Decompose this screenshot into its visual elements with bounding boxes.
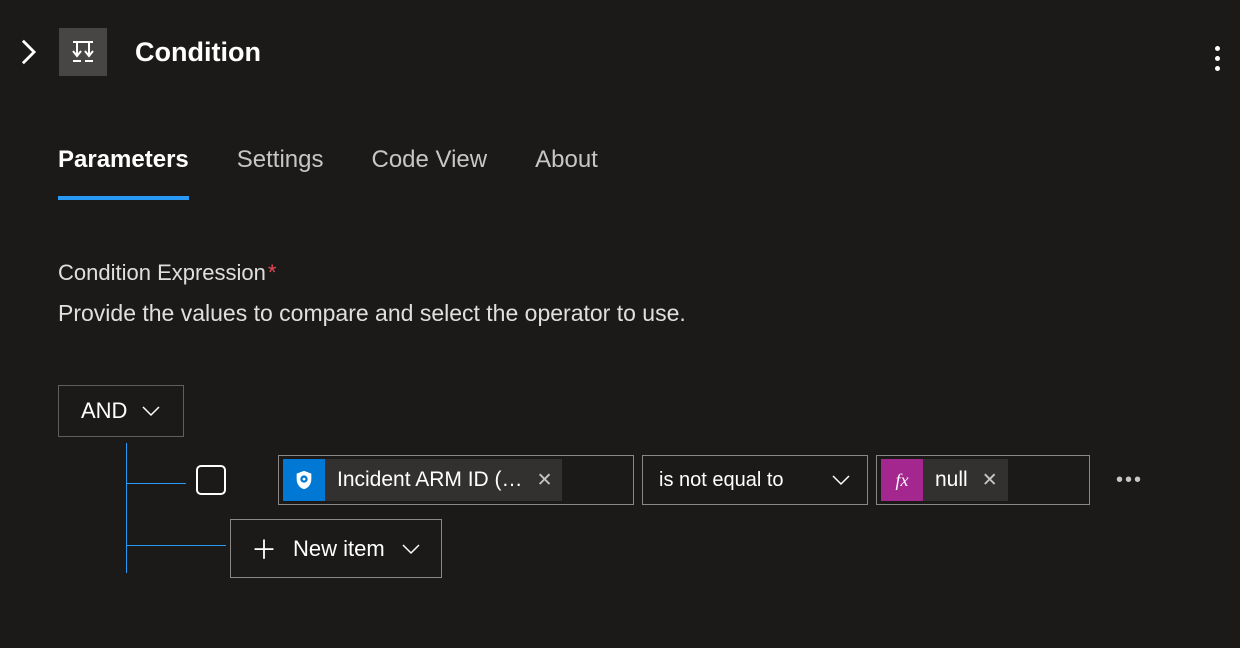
remove-left-token-icon[interactable]: ✕: [537, 469, 553, 492]
new-item-label: New item: [293, 536, 385, 562]
panel-title: Condition: [135, 37, 261, 68]
group-operator-dropdown[interactable]: AND: [58, 385, 184, 437]
tab-codeview[interactable]: Code View: [371, 146, 487, 200]
tab-about[interactable]: About: [535, 146, 598, 200]
chevron-down-icon: [401, 543, 421, 555]
field-label: Condition Expression*: [58, 260, 1240, 286]
chevron-down-icon: [831, 474, 851, 486]
more-menu-icon[interactable]: [1209, 40, 1226, 77]
sentinel-shield-icon: [283, 459, 325, 501]
condition-action-icon: [59, 28, 107, 76]
tab-settings[interactable]: Settings: [237, 146, 324, 200]
condition-row: Incident ARM ID (… ✕ is not equal to fx …: [196, 455, 1240, 505]
new-item-row: ＋ New item: [230, 519, 1240, 578]
tabs-bar: Parameters Settings Code View About: [0, 96, 1240, 200]
navigate-chevron-icon[interactable]: [20, 38, 37, 66]
remove-right-token-icon[interactable]: ✕: [982, 469, 998, 492]
group-operator-label: AND: [81, 398, 127, 424]
left-token-text: Incident ARM ID (…: [337, 468, 523, 492]
right-token-text: null: [935, 468, 968, 492]
required-asterisk: *: [268, 260, 277, 285]
left-value-token: Incident ARM ID (… ✕: [283, 459, 562, 501]
parameters-content: Condition Expression* Provide the values…: [0, 200, 1240, 578]
operator-text: is not equal to: [659, 469, 784, 492]
right-value-token: fx null ✕: [881, 459, 1008, 501]
row-more-menu-icon[interactable]: •••: [1116, 469, 1143, 492]
row-checkbox[interactable]: [196, 465, 226, 495]
tab-parameters[interactable]: Parameters: [58, 146, 189, 200]
right-value-field[interactable]: fx null ✕: [876, 455, 1090, 505]
fx-expression-icon: fx: [881, 459, 923, 501]
new-item-button[interactable]: ＋ New item: [230, 519, 442, 578]
plus-icon: ＋: [251, 530, 277, 567]
field-description: Provide the values to compare and select…: [58, 300, 1240, 327]
chevron-down-icon: [141, 405, 161, 417]
left-value-field[interactable]: Incident ARM ID (… ✕: [278, 455, 634, 505]
label-text: Condition Expression: [58, 260, 266, 285]
panel-header: Condition: [0, 0, 1240, 96]
operator-dropdown[interactable]: is not equal to: [642, 455, 868, 505]
expression-builder: AND Inc: [58, 385, 1240, 578]
